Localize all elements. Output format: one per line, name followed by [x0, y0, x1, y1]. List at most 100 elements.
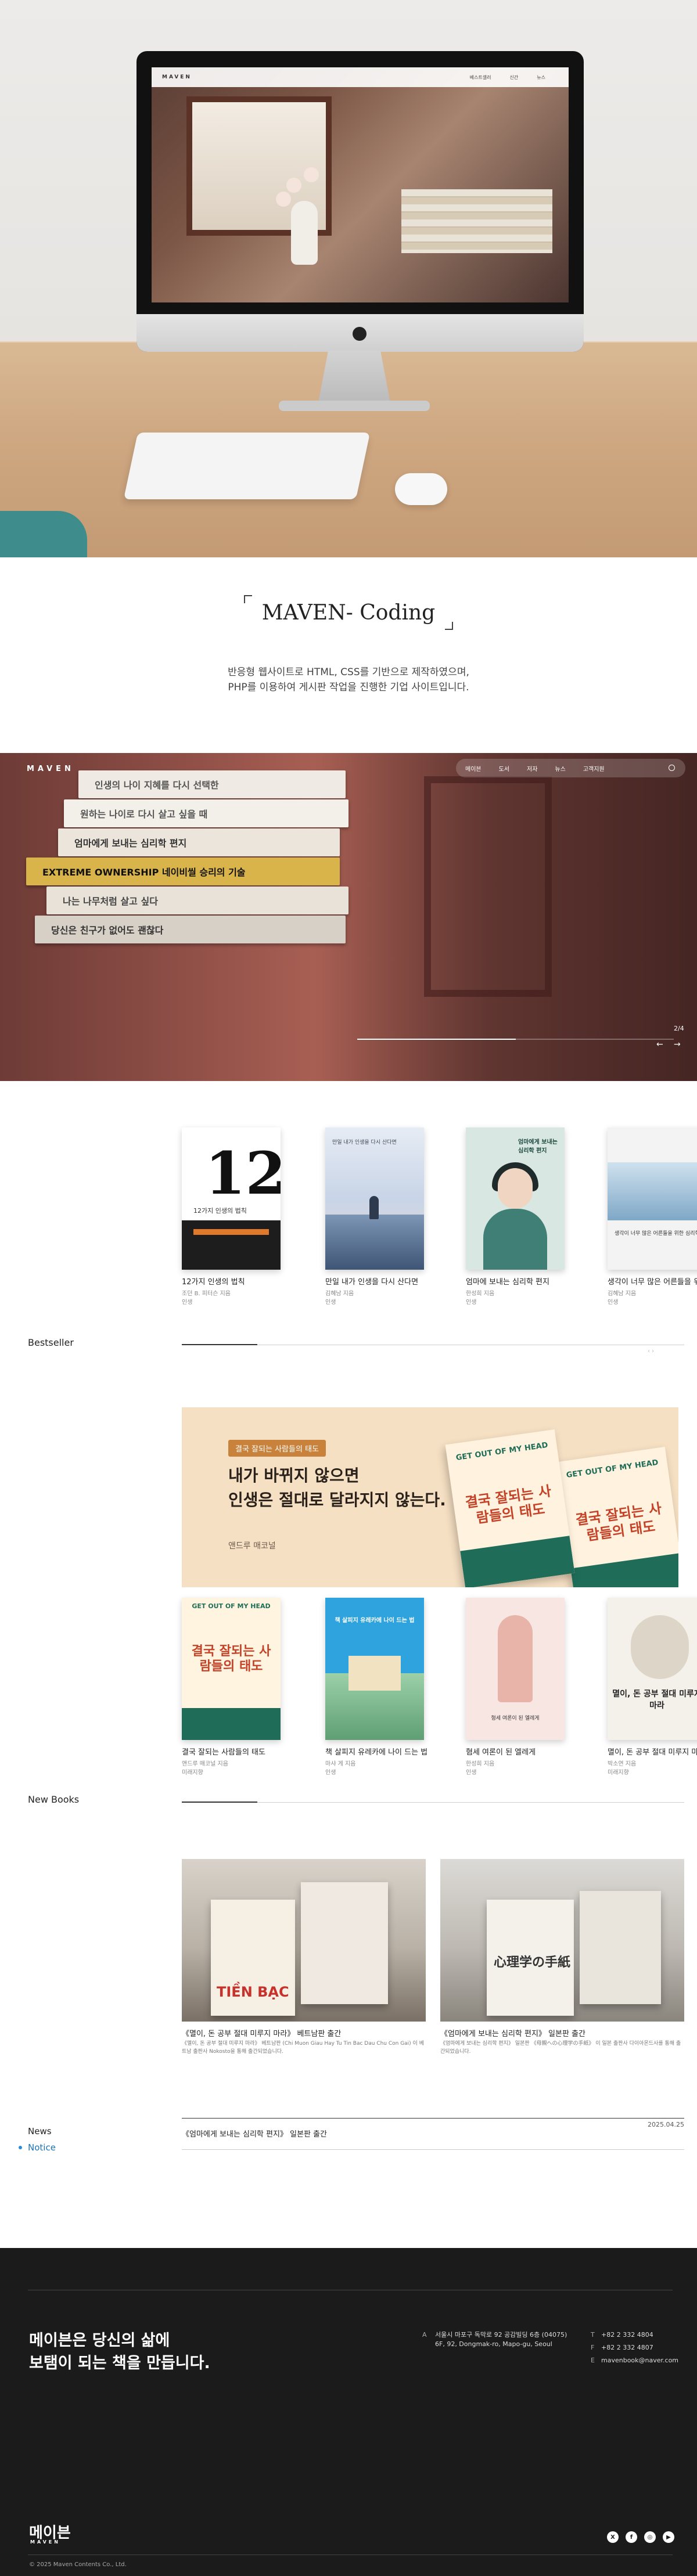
promo-book-back: GET OUT OF MY HEAD 결국 잘되는 사람들의 태도 [555, 1446, 678, 1587]
bracket-bottom-right [445, 622, 453, 630]
cover-pool [608, 1162, 697, 1220]
book-publisher: 인생 [182, 1299, 193, 1306]
stack-book-title: 나는 나무처럼 살고 싶다 [63, 896, 158, 907]
cover-title: 책 살피지 유레카에 나이 드는 법 [335, 1617, 415, 1624]
book-title[interactable]: 책 살피지 유레카에 나이 드는 법 [325, 1746, 441, 1757]
info-key: F [591, 2343, 595, 2351]
book-cover[interactable]: GET OUT OF MY HEAD 결국 잘되는 사람들의 태도 [182, 1598, 281, 1740]
cover-title: 생각이 너무 많은 어른들을 위한 심리학 [615, 1231, 697, 1237]
stack-book-title: 원하는 나이로 다시 살고 싶을 때 [80, 809, 208, 820]
news-book: TIỀN BẠC [211, 1900, 295, 2016]
promo-book-footer [460, 1536, 575, 1587]
monitor-foot [279, 401, 430, 411]
instagram-icon[interactable]: ◎ [644, 2531, 656, 2543]
email-value[interactable]: mavenbook@naver.com [601, 2357, 678, 2364]
footer: 메이븐은 당신의 삶에 보탬이 되는 책을 만듭니다. A 서울시 마포구 독막… [0, 2248, 697, 2576]
cover-figure [369, 1196, 379, 1219]
book-title[interactable]: 엄마에 보내는 심리학 편지 [466, 1276, 582, 1287]
nav-item-maven[interactable]: 메이븐 [465, 764, 482, 773]
tab-notice[interactable]: Notice [19, 2142, 56, 2153]
news-book-label: 心理学の手紙 [494, 1955, 571, 1970]
flower [276, 192, 291, 207]
promo-headline-2: 인생은 절대로 달라지지 않는다. [228, 1490, 446, 1509]
nav-item-books[interactable]: 도서 [499, 764, 509, 773]
book-title[interactable]: 결국 잘되는 사람들의 태도 [182, 1746, 298, 1757]
tab-notice-label: Notice [28, 2142, 56, 2153]
slide-counter: 2/4 [674, 1025, 684, 1032]
tab-news[interactable]: News [28, 2126, 56, 2137]
notice-row[interactable]: 《엄마에게 보내는 심리학 편지》 일본판 출간 2025.04.25 [182, 2118, 684, 2150]
banner-progress-fill [357, 1039, 516, 1040]
teal-object [0, 511, 87, 557]
main-nav: 메이븐 도서 저자 뉴스 고객지원 [456, 759, 685, 777]
cover-header: GET OUT OF MY HEAD [192, 1602, 271, 1610]
book-title[interactable]: 혐세 여론이 된 엘레게 [466, 1746, 582, 1757]
book-author: 조던 B. 피터슨 지음 [182, 1291, 231, 1297]
news-book-label: TIỀN BẠC [217, 1984, 289, 2000]
banner-progress [357, 1039, 674, 1040]
book-cover[interactable]: 생각이 너무 많은 어른들을 위한 심리학 [608, 1127, 697, 1270]
book-author: 한성희 지음 [466, 1761, 495, 1767]
book-title[interactable]: 생각이 너무 많은 어른들을 위한 심리학 [608, 1276, 697, 1287]
footer-slogan: 메이븐은 당신의 삶에 보탬이 되는 책을 만듭니다. [29, 2329, 210, 2375]
news-desc: 《멸이, 돈 공부 절대 미루지 마라》 베트남판 (Chi Muon Giau… [182, 2041, 424, 2055]
prev-arrow-icon[interactable]: ← [656, 1040, 663, 1049]
stack-book: 원하는 나이로 다시 살고 싶을 때 [64, 799, 348, 827]
intro-desc-line: PHP를 이용하여 게시판 작업을 진행한 기업 사이트입니다. [228, 682, 469, 694]
new-books-slider-thumb[interactable] [182, 1802, 257, 1803]
social-links: X f ◎ ▶ [607, 2531, 674, 2543]
site-logo[interactable]: MAVEN [27, 765, 74, 773]
fax-value: +82 2 332 4807 [601, 2343, 653, 2351]
cover-title: 만일 내가 인생을 다시 산다면 [332, 1140, 397, 1145]
stack-book: 인생의 나이 지혜를 다시 선택한 [78, 770, 346, 798]
screen-logo: MAVEN [162, 74, 192, 80]
book-cover[interactable]: 12 12가지 인생의 법칙 [182, 1127, 281, 1270]
cover-title: 엄마에게 보내는 심리학 편지 [518, 1139, 558, 1154]
notice-title[interactable]: 《엄마에게 보내는 심리학 편지》 일본판 출간 [182, 2128, 327, 2139]
book-cover[interactable]: 엄마에게 보내는 심리학 편지 [466, 1127, 565, 1270]
cover-person [498, 1615, 533, 1702]
book-title[interactable]: 만일 내가 인생을 다시 산다면 [325, 1276, 441, 1287]
cover-title: 결국 잘되는 사람들의 태도 [191, 1644, 271, 1674]
news-image[interactable]: TIỀN BẠC [182, 1859, 426, 2022]
bestseller-arrows-icon[interactable]: ‹ › [648, 1348, 654, 1354]
promo-book-front: GET OUT OF MY HEAD 결국 잘되는 사람들의 태도 [445, 1429, 575, 1587]
youtube-icon[interactable]: ▶ [663, 2531, 674, 2543]
footer-fax: F +82 2 332 4807 [591, 2343, 678, 2352]
x-icon[interactable]: X [607, 2531, 619, 2543]
book-cover[interactable]: 멸이, 돈 공부 절대 미루지 마라 [608, 1598, 697, 1740]
book-title[interactable]: 12가지 인생의 법칙 [182, 1276, 298, 1287]
promo-headline-1: 내가 바뀌지 않으면 [228, 1466, 360, 1485]
section-label-bestseller: Bestseller [28, 1337, 74, 1348]
section-label-new-books: New Books [28, 1794, 80, 1805]
news-image[interactable]: 心理学の手紙 [440, 1859, 684, 2022]
stack-book: 나는 나무처럼 살고 싶다 [46, 887, 348, 914]
cover-title: 멸이, 돈 공부 절대 미루지 마라 [612, 1689, 697, 1710]
nav-item-authors[interactable]: 저자 [527, 764, 537, 773]
book-publisher: 미래지향 [182, 1770, 203, 1776]
page: MAVEN 베스트셀러 신간 뉴스 MAVEN- Coding 반응형 웹사이트… [0, 0, 697, 2576]
news-book [301, 1882, 388, 2004]
phone-value: +82 2 332 4804 [601, 2331, 653, 2339]
book-cover[interactable]: 만일 내가 인생을 다시 산다면 [325, 1127, 424, 1270]
main-banner: MAVEN 메이븐 도서 저자 뉴스 고객지원 인생의 나이 지혜를 다시 선택… [0, 753, 697, 1081]
facebook-icon[interactable]: f [626, 2531, 637, 2543]
next-arrow-icon[interactable]: → [674, 1040, 681, 1049]
vase [291, 201, 318, 265]
bestseller-slider-thumb[interactable] [182, 1344, 257, 1345]
screen-nav-item: 베스트셀러 [469, 75, 491, 80]
footer-address: A 서울시 마포구 독막로 92 공감빌딩 6층 (04075) 6F, 92,… [422, 2330, 678, 2364]
book-cover[interactable]: 형세 여론이 된 엘레게 [466, 1598, 565, 1740]
nav-item-news[interactable]: 뉴스 [555, 764, 565, 773]
news-title[interactable]: 《엄마에게 보내는 심리학 편지》 일본판 출간 [440, 2027, 585, 2038]
book-cover[interactable]: 책 살피지 유레카에 나이 드는 법 [325, 1598, 424, 1740]
nav-item-support[interactable]: 고객지원 [583, 764, 605, 773]
search-icon[interactable] [669, 765, 675, 771]
book-title[interactable]: 멸이, 돈 공부 절대 미루지 마라 [608, 1746, 697, 1757]
cover-body [483, 1209, 547, 1270]
new-book-promo-banner[interactable]: 결국 잘되는 사람들의 태도 내가 바뀌지 않으면 인생은 절대로 달라지지 않… [182, 1407, 678, 1587]
footer-phone: T +82 2 332 4804 [591, 2330, 678, 2340]
intro-desc-line: 반응형 웹사이트로 HTML, CSS를 기반으로 제작하였으며, [228, 666, 469, 678]
cover-subtitle: 12가지 인생의 법칙 [193, 1207, 247, 1215]
news-title[interactable]: 《멸이, 돈 공부 절대 미루지 마라》 베트남판 출간 [182, 2027, 341, 2038]
